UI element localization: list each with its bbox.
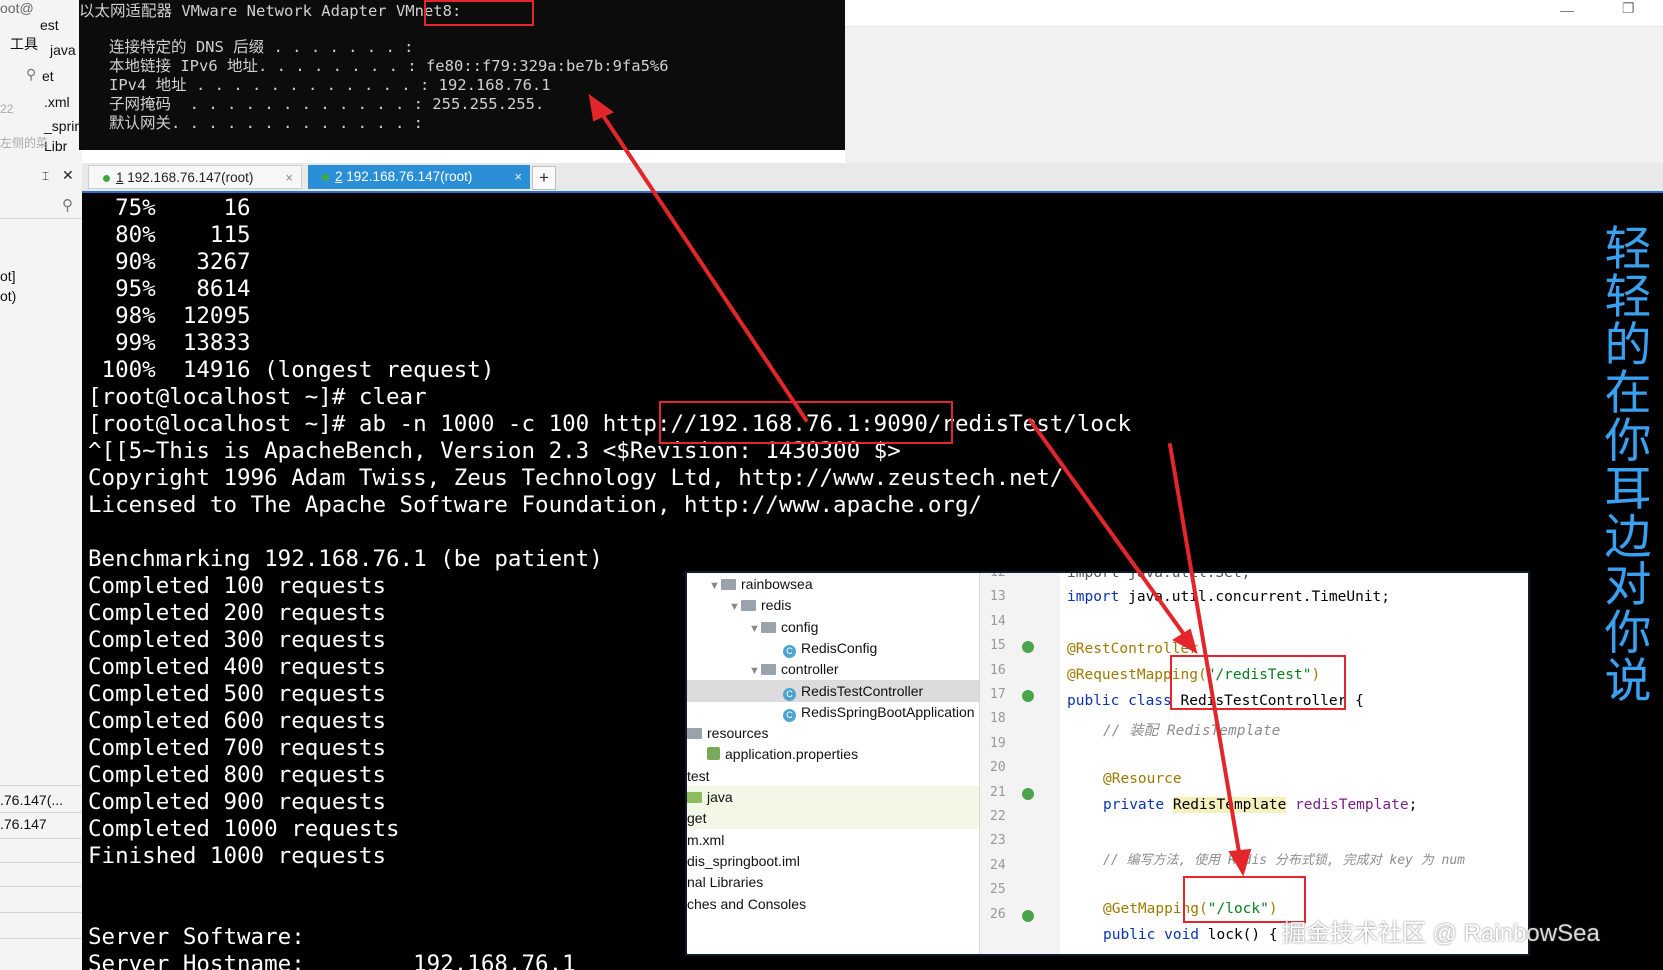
arrow-line xyxy=(1168,443,1242,860)
arrow-line xyxy=(596,106,808,422)
annotation-arrows xyxy=(588,93,1252,877)
arrow-head xyxy=(1172,628,1198,655)
watermark: 掘金技术社区 @ RainbowSea xyxy=(1282,920,1600,947)
arrow-line xyxy=(1028,418,1190,642)
arrow-head xyxy=(1228,848,1252,877)
arrow-head xyxy=(588,93,614,122)
